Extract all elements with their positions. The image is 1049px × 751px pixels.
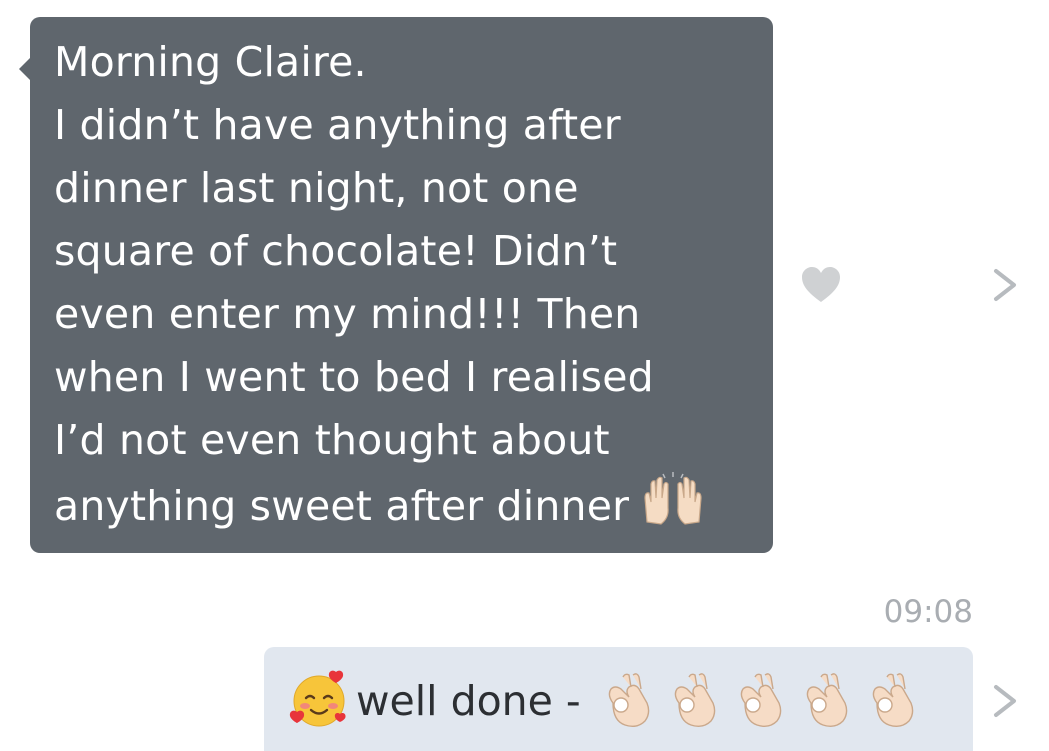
ok-hand-emoji xyxy=(797,669,863,733)
outgoing-message-content: well done - xyxy=(288,669,973,733)
outgoing-message-bubble[interactable]: well done - xyxy=(264,647,973,751)
message-line: when I went to bed I realised xyxy=(54,353,654,401)
message-line: even enter my mind!!! Then xyxy=(54,290,641,338)
incoming-message-bubble[interactable]: Morning Claire. I didn’t have anything a… xyxy=(19,17,773,553)
message-line: square of chocolate! Didn’t xyxy=(54,227,618,275)
ok-hand-emoji xyxy=(731,669,797,733)
message-timestamp: 09:08 xyxy=(883,594,973,630)
incoming-message-text: Morning Claire. I didn’t have anything a… xyxy=(54,31,749,544)
message-line: dinner last night, not one xyxy=(54,164,579,212)
chevron-right-icon[interactable] xyxy=(990,266,1020,304)
heart-icon[interactable] xyxy=(801,266,841,304)
bubble-tail xyxy=(19,57,31,81)
message-line: Morning Claire. xyxy=(54,38,367,86)
smiling-face-with-hearts-emoji xyxy=(288,668,350,734)
ok-hand-emoji xyxy=(863,669,929,733)
ok-hand-emoji-group xyxy=(599,669,929,733)
message-line: I didn’t have anything after xyxy=(54,101,621,149)
chevron-right-icon[interactable] xyxy=(990,682,1020,720)
message-line: anything sweet after dinner xyxy=(54,482,630,530)
message-line: I’d not even thought about xyxy=(54,416,610,464)
ok-hand-emoji xyxy=(665,669,731,733)
raising-hands-emoji xyxy=(641,472,705,544)
message-line-last: anything sweet after dinner xyxy=(54,472,749,544)
outgoing-message-text: well done - xyxy=(356,677,581,725)
chat-screen: Morning Claire. I didn’t have anything a… xyxy=(0,0,1049,751)
ok-hand-emoji xyxy=(599,669,665,733)
